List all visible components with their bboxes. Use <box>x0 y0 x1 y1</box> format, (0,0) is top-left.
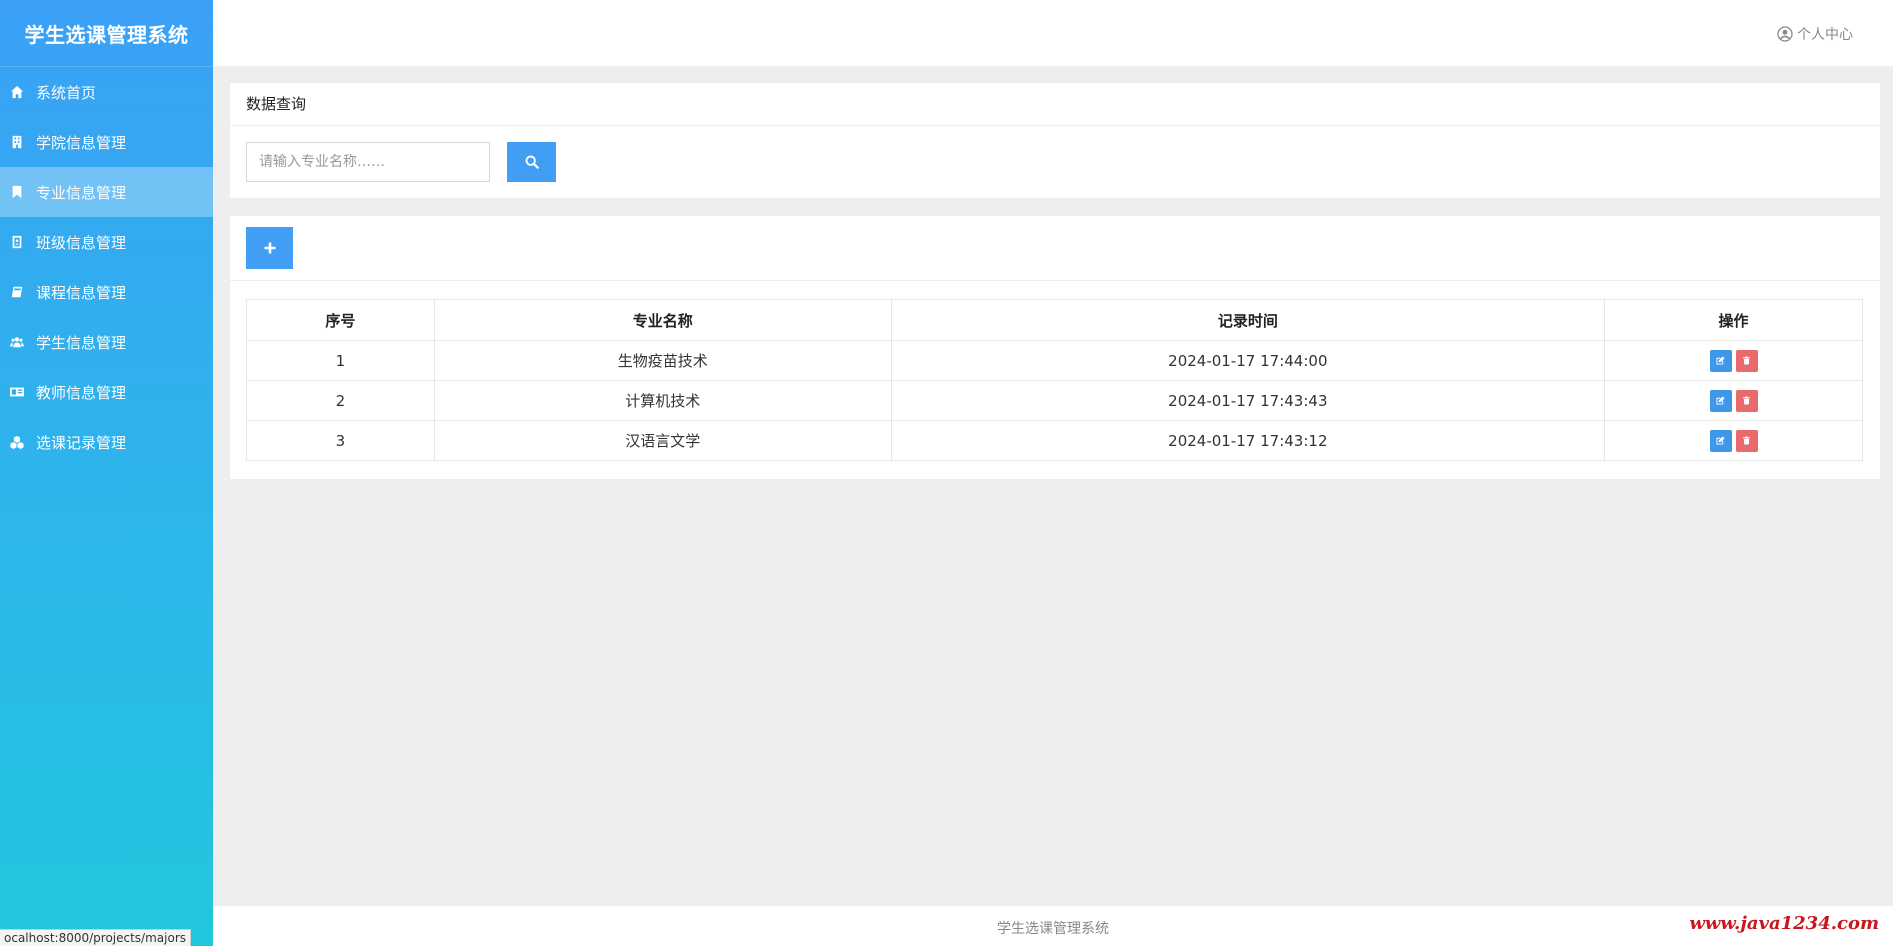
sidebar-item-major[interactable]: 专业信息管理 <box>0 167 213 217</box>
table-row: 2 计算机技术 2024-01-17 17:43:43 <box>246 380 1863 421</box>
plus-icon <box>264 242 275 254</box>
header-actions: 操作 <box>1604 299 1863 341</box>
sidebar-item-label: 选课记录管理 <box>36 433 127 452</box>
cell-major-name: 计算机技术 <box>433 380 892 421</box>
trash-icon <box>1742 396 1751 405</box>
cell-index: 3 <box>246 420 435 461</box>
delete-button[interactable] <box>1735 349 1758 372</box>
sidebar-item-label: 教师信息管理 <box>36 383 127 402</box>
search-icon <box>525 155 539 169</box>
status-bar-url: ocalhost:8000/projects/majors <box>0 929 192 946</box>
edit-button[interactable] <box>1709 429 1732 452</box>
sidebar-item-teacher[interactable]: 教师信息管理 <box>0 367 213 417</box>
list-panel: 序号 专业名称 记录时间 操作 1 生物疫苗技术 2024-01-17 17:4… <box>230 216 1880 479</box>
sidebar-item-label: 系统首页 <box>36 83 97 102</box>
user-circle-icon <box>1777 26 1793 42</box>
trash-icon <box>1742 356 1751 365</box>
list-toolbar <box>230 216 1880 281</box>
cell-index: 2 <box>246 380 435 421</box>
sidebar-item-label: 专业信息管理 <box>36 183 127 202</box>
delete-button[interactable] <box>1735 429 1758 452</box>
user-center-label: 个人中心 <box>1797 27 1853 43</box>
cell-actions <box>1604 380 1863 421</box>
edit-button[interactable] <box>1709 389 1732 412</box>
cell-index: 1 <box>246 340 435 381</box>
sidebar-item-class[interactable]: 班级信息管理 <box>0 217 213 267</box>
footer: 学生选课管理系统 <box>213 906 1893 946</box>
sidebar-item-label: 学生信息管理 <box>36 333 127 352</box>
sidebar-item-label: 班级信息管理 <box>36 233 127 252</box>
top-header: 个人中心 <box>213 0 1893 66</box>
edit-icon <box>1716 436 1725 445</box>
search-button[interactable] <box>507 142 556 182</box>
watermark: www.java1234.com <box>1689 913 1879 934</box>
home-icon <box>10 85 24 99</box>
badge-icon <box>10 235 24 249</box>
majors-table: 序号 专业名称 记录时间 操作 1 生物疫苗技术 2024-01-17 17:4… <box>246 299 1863 461</box>
sidebar: 学生选课管理系统 系统首页 学院信息管理 专业信息管理 班级信息管理 课程信息管… <box>0 0 213 946</box>
search-input[interactable] <box>246 142 490 182</box>
cubes-icon <box>10 435 24 449</box>
header-major-name: 专业名称 <box>433 299 892 341</box>
search-panel: 数据查询 <box>230 83 1880 198</box>
sidebar-item-college[interactable]: 学院信息管理 <box>0 117 213 167</box>
table-header-row: 序号 专业名称 记录时间 操作 <box>246 299 1863 341</box>
cell-actions <box>1604 420 1863 461</box>
add-button[interactable] <box>246 227 293 269</box>
table-row: 1 生物疫苗技术 2024-01-17 17:44:00 <box>246 340 1863 381</box>
cell-actions <box>1604 340 1863 381</box>
sidebar-item-student[interactable]: 学生信息管理 <box>0 317 213 367</box>
edit-icon <box>1716 396 1725 405</box>
sidebar-item-selection[interactable]: 选课记录管理 <box>0 417 213 467</box>
sidebar-item-label: 学院信息管理 <box>36 133 127 152</box>
sidebar-item-home[interactable]: 系统首页 <box>0 67 213 117</box>
id-card-icon <box>10 385 24 399</box>
trash-icon <box>1742 436 1751 445</box>
search-panel-title: 数据查询 <box>230 83 1880 126</box>
cell-record-time: 2024-01-17 17:43:43 <box>890 380 1606 421</box>
cell-major-name: 生物疫苗技术 <box>433 340 892 381</box>
table-row: 3 汉语言文学 2024-01-17 17:43:12 <box>246 420 1863 461</box>
search-row <box>246 142 556 182</box>
cell-major-name: 汉语言文学 <box>433 420 892 461</box>
header-index: 序号 <box>246 299 435 341</box>
edit-button[interactable] <box>1709 349 1732 372</box>
user-center-link[interactable]: 个人中心 <box>1777 24 1853 44</box>
cell-record-time: 2024-01-17 17:43:12 <box>890 420 1606 461</box>
sidebar-menu: 系统首页 学院信息管理 专业信息管理 班级信息管理 课程信息管理 学生信息管理 … <box>0 67 213 467</box>
header-record-time: 记录时间 <box>890 299 1606 341</box>
users-icon <box>10 335 24 349</box>
edit-icon <box>1716 356 1725 365</box>
book-icon <box>10 285 24 299</box>
cell-record-time: 2024-01-17 17:44:00 <box>890 340 1606 381</box>
building-icon <box>10 135 24 149</box>
delete-button[interactable] <box>1735 389 1758 412</box>
sidebar-item-label: 课程信息管理 <box>36 283 127 302</box>
app-title: 学生选课管理系统 <box>0 0 213 67</box>
sidebar-item-course[interactable]: 课程信息管理 <box>0 267 213 317</box>
bookmark-icon <box>10 185 24 199</box>
